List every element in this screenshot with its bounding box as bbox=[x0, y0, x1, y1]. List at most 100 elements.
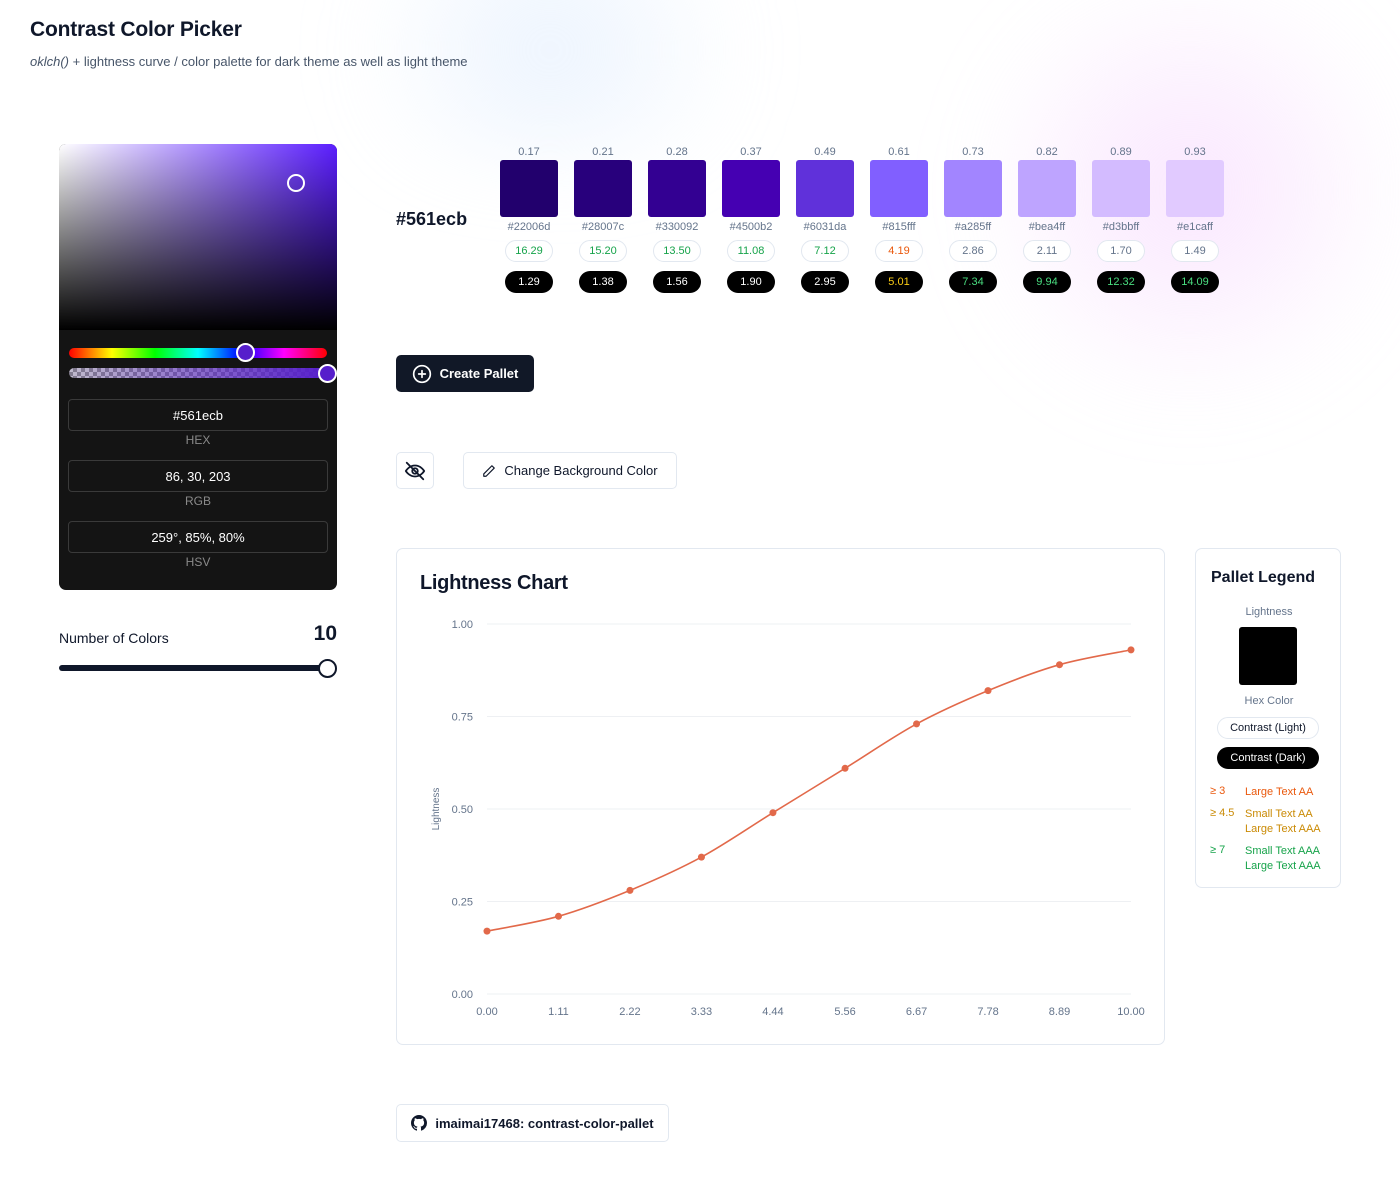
legend-rule: ≥ 3 Large Text AA bbox=[1210, 785, 1313, 800]
swatch-color[interactable] bbox=[796, 160, 854, 217]
number-of-colors-thumb[interactable] bbox=[318, 659, 337, 678]
swatch-contrast-light: 7.12 bbox=[801, 240, 849, 262]
swatch-contrast-dark: 5.01 bbox=[875, 271, 923, 293]
swatch-color[interactable] bbox=[1166, 160, 1224, 217]
toggle-visibility-button[interactable] bbox=[396, 452, 434, 489]
legend-contrast-light: Contrast (Light) bbox=[1217, 717, 1319, 739]
swatch-color[interactable] bbox=[722, 160, 780, 217]
alpha-handle[interactable] bbox=[318, 364, 337, 383]
swatch-hex: #330092 bbox=[655, 221, 699, 233]
data-point bbox=[483, 927, 491, 935]
legend-rule: ≥ 7 Small Text AAA Large Text AAA bbox=[1210, 844, 1321, 874]
palette-swatch[interactable]: 0.73 #a285ff 2.86 7.34 bbox=[943, 144, 1003, 293]
x-tick-label: 5.56 bbox=[834, 1006, 855, 1018]
swatch-color[interactable] bbox=[648, 160, 706, 217]
swatch-contrast-light: 11.08 bbox=[727, 240, 775, 262]
palette-swatch[interactable]: 0.28 #330092 13.50 1.56 bbox=[647, 144, 707, 293]
x-tick-label: 3.33 bbox=[691, 1006, 712, 1018]
hue-slider[interactable] bbox=[69, 348, 327, 358]
hex-label: HEX bbox=[185, 433, 211, 447]
swatch-color[interactable] bbox=[944, 160, 1002, 217]
change-background-label: Change Background Color bbox=[504, 463, 658, 478]
x-tick-label: 1.11 bbox=[548, 1006, 569, 1018]
palette-swatch[interactable]: 0.49 #6031da 7.12 2.95 bbox=[795, 144, 855, 293]
swatch-contrast-dark: 2.95 bbox=[801, 271, 849, 293]
swatch-color[interactable] bbox=[574, 160, 632, 217]
swatch-color[interactable] bbox=[870, 160, 928, 217]
legend-rule-line: Small Text AAA bbox=[1245, 845, 1320, 857]
saturation-handle[interactable] bbox=[287, 174, 305, 192]
swatch-lightness: 0.37 bbox=[740, 146, 762, 158]
swatch-color[interactable] bbox=[1092, 160, 1150, 217]
alpha-slider[interactable] bbox=[69, 368, 327, 378]
data-point bbox=[913, 720, 921, 728]
legend-hex-label: Hex Color bbox=[1244, 695, 1294, 707]
y-tick-label: 1.00 bbox=[452, 619, 473, 631]
legend-rule-line: Large Text AA bbox=[1245, 786, 1314, 798]
swatch-lightness: 0.49 bbox=[814, 146, 836, 158]
x-tick-label: 4.44 bbox=[762, 1006, 783, 1018]
legend-rule: ≥ 4.5 Small Text AA Large Text AAA bbox=[1210, 807, 1321, 837]
change-background-button[interactable]: Change Background Color bbox=[463, 452, 677, 489]
swatch-contrast-light: 16.29 bbox=[505, 240, 553, 262]
swatch-lightness: 0.73 bbox=[962, 146, 984, 158]
swatch-contrast-light: 15.20 bbox=[579, 240, 627, 262]
legend-swatch bbox=[1239, 627, 1297, 685]
swatch-contrast-dark: 1.29 bbox=[505, 271, 553, 293]
palette-swatch[interactable]: 0.93 #e1caff 1.49 14.09 bbox=[1165, 144, 1225, 293]
palette-swatch[interactable]: 0.21 #28007c 15.20 1.38 bbox=[573, 144, 633, 293]
rgb-input[interactable]: 86, 30, 203 bbox=[68, 460, 328, 492]
y-tick-label: 0.50 bbox=[452, 804, 473, 816]
swatch-hex: #e1caff bbox=[1177, 221, 1213, 233]
swatch-contrast-dark: 12.32 bbox=[1097, 271, 1145, 293]
y-axis-label: Lightness bbox=[431, 788, 442, 831]
swatch-lightness: 0.61 bbox=[888, 146, 910, 158]
swatch-lightness: 0.28 bbox=[666, 146, 688, 158]
background-glow bbox=[300, 0, 800, 160]
subtitle-em: oklch() bbox=[30, 54, 70, 69]
swatch-lightness: 0.89 bbox=[1110, 146, 1132, 158]
legend-rule-threshold: ≥ 7 bbox=[1210, 844, 1226, 856]
x-tick-label: 6.67 bbox=[906, 1006, 927, 1018]
hue-handle[interactable] bbox=[236, 343, 255, 362]
data-point bbox=[1056, 661, 1064, 669]
color-picker: #561ecb HEX 86, 30, 203 RGB 259°, 85%, 8… bbox=[59, 144, 337, 590]
swatch-lightness: 0.21 bbox=[592, 146, 614, 158]
swatch-contrast-light: 1.49 bbox=[1171, 240, 1219, 262]
swatch-contrast-light: 2.86 bbox=[949, 240, 997, 262]
y-tick-label: 0.25 bbox=[452, 897, 473, 909]
series-line bbox=[486, 649, 1132, 932]
rgb-label: RGB bbox=[184, 494, 211, 508]
swatch-color[interactable] bbox=[500, 160, 558, 217]
number-of-colors-slider[interactable] bbox=[59, 665, 335, 671]
hex-input[interactable]: #561ecb bbox=[68, 399, 328, 431]
x-tick-label: 8.89 bbox=[1049, 1006, 1070, 1018]
hsv-input[interactable]: 259°, 85%, 80% bbox=[68, 521, 328, 553]
palette-swatch[interactable]: 0.37 #4500b2 11.08 1.90 bbox=[721, 144, 781, 293]
saturation-area[interactable] bbox=[59, 144, 337, 330]
number-of-colors-value: 10 bbox=[313, 622, 337, 645]
github-link-label: imaimai17468: contrast-color-pallet bbox=[435, 1115, 654, 1131]
swatch-contrast-dark: 14.09 bbox=[1171, 271, 1219, 293]
swatch-contrast-dark: 1.56 bbox=[653, 271, 701, 293]
palette-swatch[interactable]: 0.17 #22006d 16.29 1.29 bbox=[499, 144, 559, 293]
swatch-hex: #d3bbff bbox=[1102, 221, 1140, 233]
x-tick-label: 7.78 bbox=[977, 1006, 998, 1018]
legend-rule-threshold: ≥ 3 bbox=[1210, 785, 1226, 797]
legend-title: Pallet Legend bbox=[1211, 569, 1316, 586]
swatch-hex: #815fff bbox=[882, 221, 916, 233]
swatch-hex: #bea4ff bbox=[1028, 221, 1066, 233]
legend-rule-line: Small Text AA bbox=[1245, 808, 1313, 820]
plus-circle-icon bbox=[412, 364, 431, 383]
palette-swatch[interactable]: 0.89 #d3bbff 1.70 12.32 bbox=[1091, 144, 1151, 293]
palette-swatch[interactable]: 0.82 #bea4ff 2.11 9.94 bbox=[1017, 144, 1077, 293]
page-title: Contrast Color Picker bbox=[30, 18, 242, 41]
swatch-contrast-light: 1.70 bbox=[1097, 240, 1145, 262]
create-pallet-button[interactable]: Create Pallet bbox=[396, 355, 534, 392]
pallet-legend: Pallet Legend Lightness Hex Color Contra… bbox=[1195, 548, 1341, 888]
github-link[interactable]: imaimai17468: contrast-color-pallet bbox=[396, 1104, 669, 1142]
palette-swatch[interactable]: 0.61 #815fff 4.19 5.01 bbox=[869, 144, 929, 293]
swatch-color[interactable] bbox=[1018, 160, 1076, 217]
data-point bbox=[554, 912, 562, 920]
data-point bbox=[1127, 646, 1135, 654]
